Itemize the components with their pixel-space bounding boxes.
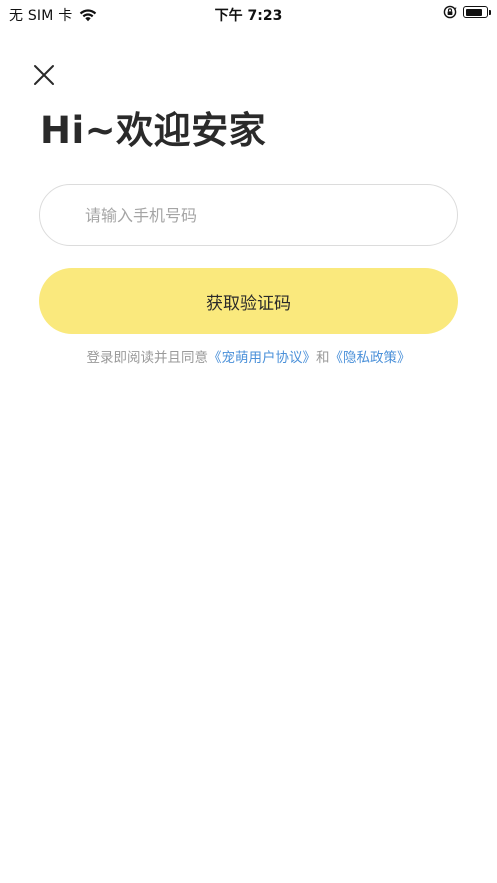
login-screen: 无 SIM 卡 下午 7:23 Hi~欢迎安家 请输入手机号码 获取验证码 登录… bbox=[0, 0, 497, 883]
close-icon bbox=[34, 65, 54, 85]
page-title: Hi~欢迎安家 bbox=[40, 109, 267, 152]
agreement-prefix: 登录即阅读并且同意 bbox=[86, 350, 209, 366]
get-verification-code-button[interactable]: 获取验证码 bbox=[39, 268, 458, 334]
battery-icon bbox=[463, 6, 491, 18]
status-bar: 无 SIM 卡 下午 7:23 bbox=[0, 0, 497, 28]
battery-fill bbox=[465, 8, 482, 16]
close-button[interactable] bbox=[32, 63, 56, 87]
agreement-conjunction: 和 bbox=[316, 350, 330, 366]
status-bar-right bbox=[443, 5, 491, 19]
orientation-lock-icon bbox=[443, 5, 457, 19]
privacy-policy-link[interactable]: 《隐私政策》 bbox=[330, 350, 411, 366]
agreement-text: 登录即阅读并且同意《宠萌用户协议》和《隐私政策》 bbox=[0, 346, 497, 366]
status-time: 下午 7:23 bbox=[214, 8, 283, 24]
phone-number-input[interactable] bbox=[39, 184, 458, 246]
user-agreement-link[interactable]: 《宠萌用户协议》 bbox=[208, 350, 316, 366]
